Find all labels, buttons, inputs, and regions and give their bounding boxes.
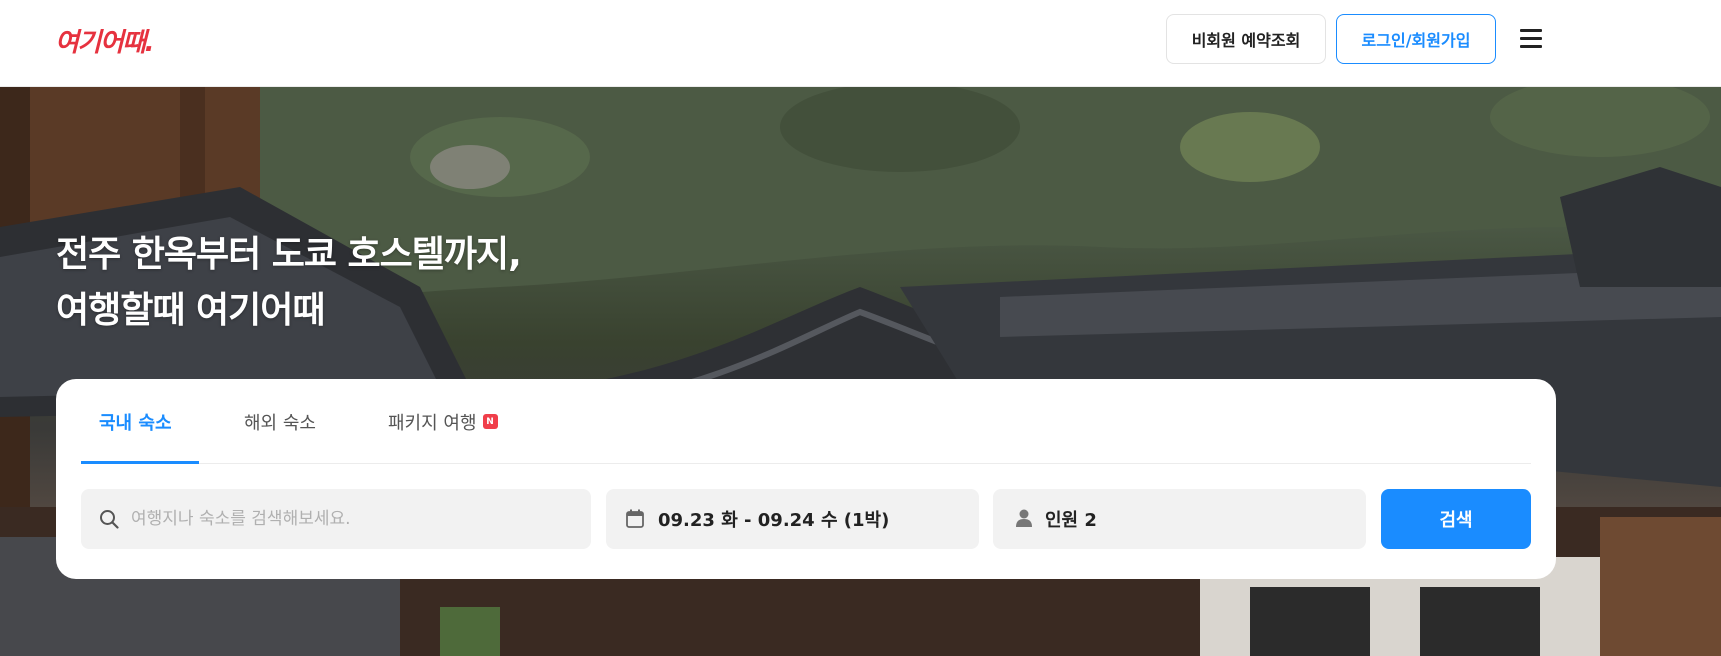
tab-overseas-stay-label: 해외 숙소 <box>244 412 316 434</box>
new-badge: N <box>482 414 498 429</box>
hero-banner: 전주 한옥부터 도쿄 호스텔까지, 여행할때 여기어때 국내 숙소 해외 숙소 … <box>0 87 1721 656</box>
guest-reservation-button[interactable]: 비회원 예약조회 <box>1166 14 1326 64</box>
login-signup-button[interactable]: 로그인/회원가입 <box>1336 14 1496 64</box>
destination-search-input[interactable] <box>131 489 571 549</box>
guest-count-value: 인원 2 <box>1045 510 1097 531</box>
date-range-value: 09.23 화 - 09.24 수 (1박) <box>658 510 890 531</box>
search-tabs: 국내 숙소 해외 숙소 패키지 여행 N <box>81 379 1531 464</box>
guest-count-field[interactable]: 인원 2 <box>993 489 1366 549</box>
hamburger-menu-icon[interactable] <box>1520 29 1542 49</box>
person-icon <box>1016 509 1032 527</box>
tab-package-tour[interactable]: 패키지 여행 N <box>388 379 498 464</box>
brand-logo[interactable]: 여기어때. <box>55 22 155 59</box>
tab-overseas-stay[interactable]: 해외 숙소 <box>244 379 316 464</box>
search-icon <box>100 510 119 529</box>
tab-domestic-stay-label: 국내 숙소 <box>99 412 172 434</box>
search-button[interactable]: 검색 <box>1381 489 1531 549</box>
tab-package-tour-label: 패키지 여행 <box>388 412 477 434</box>
hero-headline-line1: 전주 한옥부터 도쿄 호스텔까지, <box>56 234 522 275</box>
search-card: 국내 숙소 해외 숙소 패키지 여행 N 여행지나 숙소를 검색해보세요. 09… <box>56 379 1556 579</box>
hero-headline-line2: 여행할때 여기어때 <box>56 290 325 331</box>
top-header: 여기어때. 비회원 예약조회 로그인/회원가입 <box>0 0 1721 87</box>
date-range-field[interactable]: 09.23 화 - 09.24 수 (1박) <box>606 489 979 549</box>
active-tab-indicator <box>81 461 199 464</box>
hero-headline: 전주 한옥부터 도쿄 호스텔까지, 여행할때 여기어때 <box>56 227 522 339</box>
calendar-icon <box>626 509 644 528</box>
destination-search-field[interactable] <box>81 489 591 549</box>
tab-domestic-stay[interactable]: 국내 숙소 <box>99 379 172 464</box>
